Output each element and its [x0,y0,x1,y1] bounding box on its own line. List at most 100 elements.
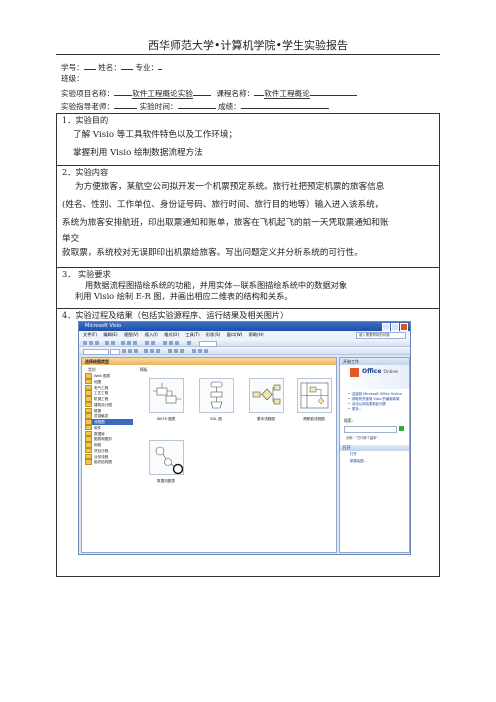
zoom-select[interactable] [199,340,217,347]
section-line: 了解 Visio 等工具软件特色以及工作环境； [73,130,238,140]
template-label: IDEF0 图表 [156,417,176,421]
section-line: 款取票，系统校对无误即印出机票给旅客。写出问题定义并分析系统的可行性。 [62,248,363,258]
open-icon[interactable] [89,340,93,345]
office-brand: Office Online [362,368,399,375]
line-color-icon[interactable] [174,348,178,353]
info-row-4: 实验指导老师： 实验时间： 成绩： [61,100,329,112]
course-value: 软件工程概论 [264,89,310,99]
name-blank [120,61,133,70]
shapes-icon[interactable] [187,340,191,345]
font-color-icon[interactable] [168,348,172,353]
folder-icon [85,396,92,402]
section-heading: 4．实验过程及结果（包括实验源程序、运行结果及相关图片） [62,310,289,320]
undo-icon[interactable] [145,340,149,345]
standard-toolbar [79,339,410,347]
menu-edit[interactable]: 编辑(E) [103,332,117,337]
maximize-icon[interactable] [391,323,399,331]
menu-format[interactable]: 格式(O) [164,332,179,337]
menu-view[interactable]: 视图(V) [124,332,139,337]
preview-icon[interactable] [111,340,115,345]
student-id-blank [83,61,96,70]
visio-titlebar: Microsoft Visio [79,322,410,331]
line-pattern-icon[interactable] [198,348,202,353]
save-icon[interactable] [95,340,99,345]
menu-insert[interactable]: 插入(I) [145,332,158,337]
visio-menubar: 文件(F) 编辑(E) 视图(V) 插入(I) 格式(O) 工具(T) 形状(S… [79,331,410,339]
close-icon[interactable] [400,323,408,331]
align-center-icon[interactable] [150,348,154,353]
office-links: 连接到 Microsoft Office Online 获取有关使用 Visio… [340,392,409,412]
menu-help[interactable]: 帮助(H) [249,332,264,337]
text-icon[interactable] [175,340,179,345]
font-select[interactable] [83,348,109,355]
info-row-2: 班级： [61,74,84,84]
menu-tools[interactable]: 工具(T) [185,332,199,337]
menu-file[interactable]: 文件(F) [83,332,97,337]
folder-icon [85,413,92,419]
project-label: 实验项目名称： [61,89,115,98]
font-size-select[interactable] [110,348,120,355]
major-blank [158,61,163,70]
align-right-icon[interactable] [156,348,160,353]
copy-icon[interactable] [127,340,131,345]
idef0-thumbnail [148,378,184,413]
search-example: 示例：“打印多个副本” [346,436,378,440]
bold-icon[interactable] [122,348,126,353]
office-online-banner: Office Online [340,365,409,389]
getting-started-pane: 开始工作 Office Online 连接到 Microsoft Office … [339,357,410,553]
template-label: SDL 图 [210,417,222,421]
folder-icon [85,373,92,379]
menu-window[interactable]: 窗口(W) [227,332,243,337]
search-label: 搜索: [344,418,353,423]
section-heading: 3． 实验要求 [62,269,111,279]
menu-shape[interactable]: 形状(S) [206,332,220,337]
new-drawing-link[interactable]: 新建绘图... [350,458,409,465]
line-weight-icon[interactable] [192,348,196,353]
teacher-label: 实验指导老师： [61,102,115,111]
data-flow-thumbnail [148,440,184,475]
template-basic-flowchart[interactable]: 基本流程图 [246,378,286,422]
connector-icon[interactable] [169,340,173,345]
window-title: Microsoft Visio [85,323,122,329]
new-icon[interactable] [83,340,87,345]
cross-functional-thumbnail [296,378,332,413]
paste-icon[interactable] [133,340,137,345]
link-more[interactable]: 更多... [348,407,409,412]
sdl-thumbnail [198,378,234,413]
template-cross-functional[interactable]: 跨职能流程图 [294,378,334,422]
category-item[interactable]: 组织结构图 [85,459,133,465]
major-label: 专业： [135,63,159,72]
cut-icon[interactable] [121,340,125,345]
redo-icon[interactable] [151,340,155,345]
search-input[interactable] [344,426,404,433]
help-search-input[interactable]: 键入需要帮助的问题 [356,332,406,339]
template-idef0[interactable]: IDEF0 图表 [146,378,186,422]
folder-icon [85,384,92,390]
basic-flowchart-thumbnail [248,378,284,413]
format-toolbar [79,347,410,355]
section-line: 为方便旅客，某航空公司拟开发一个机票预定系统。旅行社把预定机票的旅客信息 [75,182,385,192]
template-data-flow[interactable]: 数据流图表 [146,440,186,484]
pointer-icon[interactable] [163,340,167,345]
italic-icon[interactable] [128,348,132,353]
section-line: 系统为旅客安排航班，印出取票通知和账单，旅客在飞机起飞的前一天凭取票通知和账 [62,218,389,228]
course-label: 课程名称： [216,89,255,98]
template-label: 基本流程图 [257,417,275,421]
underline-icon[interactable] [134,348,138,353]
open-link[interactable]: 打开 [350,451,409,458]
visio-content: 选择绘图类型 类别 模板 Web 图表 地图 电气工程 工艺工程 机械工程 建筑… [79,355,410,554]
section-line: (姓名、性别、工作单位、身份证号码、旅行时间、旅行目的地等）输入进入该系统， [62,200,384,210]
align-left-icon[interactable] [144,348,148,353]
line-ends-icon[interactable] [204,348,208,353]
section-purpose: 1．实验目的 了解 Visio 等工具软件特色以及工作环境； 掌握利用 Visi… [56,113,440,166]
minimize-icon[interactable] [382,323,390,331]
template-sdl[interactable]: SDL 图 [196,378,236,422]
student-id-label: 学号： [61,63,84,72]
class-label: 班级： [61,74,84,83]
section-line: 掌握利用 Visio 绘制数据流程方法 [73,148,203,158]
print-icon[interactable] [105,340,109,345]
fill-color-icon[interactable] [180,348,184,353]
folder-icon [85,401,92,408]
search-go-icon[interactable] [399,426,404,431]
time-label: 实验时间： [139,102,178,111]
